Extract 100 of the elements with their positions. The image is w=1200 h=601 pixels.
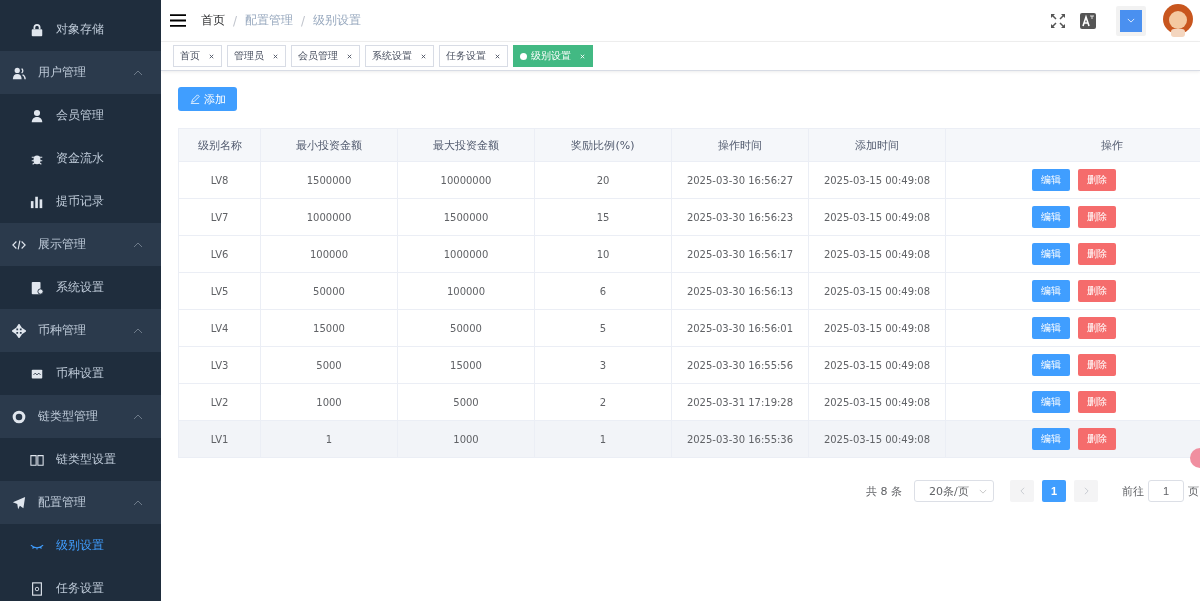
table-cell: 1000000 (260, 198, 398, 236)
page-tab[interactable]: 管理员 (227, 45, 286, 67)
menu-item[interactable]: 会员管理 (0, 94, 161, 137)
page-tab[interactable]: 会员管理 (291, 45, 360, 67)
close-icon[interactable] (420, 52, 427, 60)
menu-group[interactable]: 用户管理 (0, 51, 161, 94)
page-suffix: 页 (1188, 483, 1199, 499)
table-cell: 100000 (397, 272, 535, 310)
close-icon[interactable] (208, 52, 215, 60)
dot-icon (520, 52, 527, 60)
dropdown-button[interactable] (1116, 5, 1146, 36)
page-size-select[interactable]: 20条/页 (914, 480, 994, 502)
menu-item[interactable]: 对象存储 (0, 0, 161, 51)
user-icon (30, 108, 44, 123)
table-cell: LV2 (178, 383, 261, 421)
table-cell: 5 (534, 309, 672, 347)
fullscreen-icon[interactable] (1050, 12, 1066, 29)
menu-item[interactable]: 提币记录 (0, 180, 161, 223)
table-cell: 2025-03-15 00:49:08 (808, 309, 946, 347)
chevron-icon (133, 413, 143, 420)
users-icon (12, 65, 26, 80)
menu-icon[interactable] (170, 14, 186, 27)
breadcrumb-separator: / (301, 13, 306, 28)
table-cell: 10000000 (397, 161, 535, 199)
table-cell: 2025-03-15 00:49:08 (808, 198, 946, 236)
page-tab[interactable]: 任务设置 (439, 45, 508, 67)
table-cell: 20 (534, 161, 672, 199)
table-cell: LV4 (178, 309, 261, 347)
move-icon (12, 323, 26, 338)
close-icon[interactable] (272, 52, 279, 60)
total-count: 共 8 条 (866, 483, 902, 499)
menu-item[interactable]: 任务设置 (0, 567, 161, 601)
menu-item[interactable]: 资金流水 (0, 137, 161, 180)
page-input[interactable]: 1 (1148, 480, 1184, 502)
close-icon[interactable] (346, 52, 353, 60)
close-icon[interactable] (494, 52, 501, 60)
table-cell: 2025-03-30 16:56:13 (671, 272, 809, 310)
column-header: 级别名称 (178, 128, 261, 162)
column-header: 操作 (945, 128, 1200, 162)
column-header: 奖励比例(%) (534, 128, 672, 162)
table-cell: LV6 (178, 235, 261, 273)
menu-group[interactable]: 配置管理 (0, 481, 161, 524)
chevron-icon (133, 241, 143, 248)
table-cell: LV1 (178, 420, 261, 458)
table-cell: 2025-03-31 17:19:28 (671, 383, 809, 421)
chevron-down-icon (979, 488, 987, 494)
menu-group[interactable]: 展示管理 (0, 223, 161, 266)
translate-icon[interactable] (1080, 12, 1096, 29)
table-cell: 2025-03-30 16:56:23 (671, 198, 809, 236)
breadcrumb-item[interactable]: 首页 (201, 12, 225, 29)
table-cell: 3 (534, 346, 672, 384)
page-tab[interactable]: 系统设置 (365, 45, 434, 67)
goto-label: 前往 (1122, 483, 1144, 499)
table-cell: 10 (534, 235, 672, 273)
table-cell: LV3 (178, 346, 261, 384)
table-cell: 15000 (260, 309, 398, 347)
column-header: 操作时间 (671, 128, 809, 162)
menu-item[interactable]: 级别设置 (0, 524, 161, 567)
table-cell: 2 (534, 383, 672, 421)
page-tab[interactable]: 首页 (173, 45, 222, 67)
avatar-icon[interactable] (1160, 2, 1196, 39)
table-cell: 2025-03-30 16:55:36 (671, 420, 809, 458)
table-cell: LV8 (178, 161, 261, 199)
column-header: 最小投资金额 (260, 128, 398, 162)
table-cell: 2025-03-30 16:56:01 (671, 309, 809, 347)
menu-item[interactable]: 系统设置 (0, 266, 161, 309)
table-cell: 5000 (397, 383, 535, 421)
table-cell: 2025-03-30 16:56:17 (671, 235, 809, 273)
menu-group[interactable]: 链类型管理 (0, 395, 161, 438)
table-cell: 1000000 (397, 235, 535, 273)
bars-icon (30, 194, 44, 209)
box-icon (30, 581, 44, 596)
table-cell: 1500000 (397, 198, 535, 236)
breadcrumb-item: 配置管理 (245, 12, 294, 29)
table-cell: 2025-03-30 16:55:56 (671, 346, 809, 384)
chevron-left-icon (1019, 487, 1025, 495)
doc-icon (30, 280, 44, 295)
chevron-icon (133, 69, 143, 76)
table-cell: 1000 (260, 383, 398, 421)
column-header: 最大投资金额 (397, 128, 535, 162)
table-cell: 6 (534, 272, 672, 310)
menu-group[interactable]: 币种管理 (0, 309, 161, 352)
menu-item[interactable]: 链类型设置 (0, 438, 161, 481)
pencil-icon (189, 94, 200, 104)
chevron-icon (133, 499, 143, 506)
table-cell: 100000 (260, 235, 398, 273)
breadcrumb-item: 级别设置 (313, 12, 362, 29)
table-cell: LV7 (178, 198, 261, 236)
plane-icon (12, 495, 26, 510)
table-cell: 15 (534, 198, 672, 236)
table-cell: 2025-03-30 16:56:27 (671, 161, 809, 199)
table-cell: 50000 (397, 309, 535, 347)
menu-item[interactable]: 币种设置 (0, 352, 161, 395)
table-cell: 1000 (397, 420, 535, 458)
table-cell: 1 (260, 420, 398, 458)
table-cell: 2025-03-15 00:49:08 (808, 383, 946, 421)
lock-icon (30, 22, 44, 37)
table-cell: 50000 (260, 272, 398, 310)
table-cell: 15000 (397, 346, 535, 384)
table-cell: 2025-03-15 00:49:08 (808, 420, 946, 458)
